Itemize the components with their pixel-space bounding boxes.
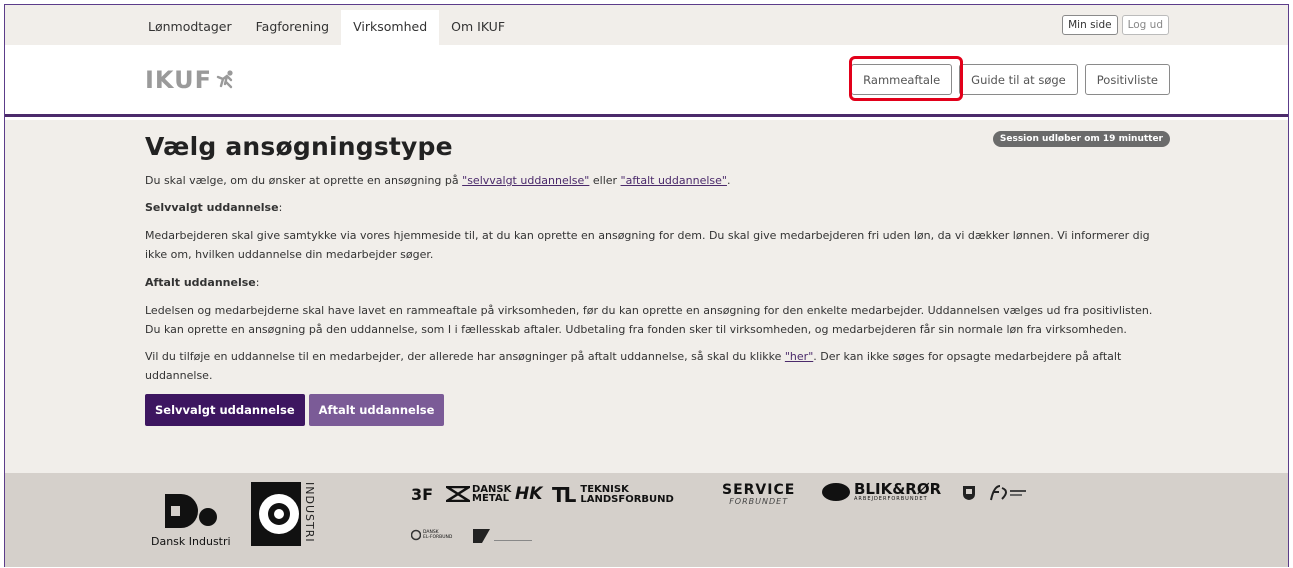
dansk-metal-icon [446, 486, 470, 502]
account-controls: Min side Log ud [1062, 15, 1169, 35]
tab-lonmodtager[interactable]: Lønmodtager [136, 10, 244, 45]
nav-tabs: Lønmodtager Fagforening Virksomhed Om IK… [136, 10, 517, 45]
self-chosen-link[interactable]: "selvvalgt uddannelse" [462, 174, 589, 187]
type-buttons: Selvvalgt uddannelse Aftalt uddannelse [145, 394, 1169, 426]
self-chosen-heading: Selvvalgt uddannelse: [145, 201, 1169, 214]
hk-logo: HK [515, 484, 543, 504]
landsforbund-word: LANDSFORBUND [580, 494, 674, 505]
agreed-heading-colon: : [255, 276, 260, 289]
blik-ror-logo: BLIK&RØR ARBEJDERFORBUNDET [821, 482, 941, 502]
page-title: Vælg ansøgningstype [145, 132, 453, 161]
serviceforbundet-logo: SERVICE FORBUNDET [722, 483, 795, 506]
browser-frame: Lønmodtager Fagforening Virksomhed Om IK… [4, 4, 1289, 567]
tab-fagforening[interactable]: Fagforening [244, 10, 342, 45]
logout-button[interactable]: Log ud [1121, 15, 1169, 35]
intro-after: . [726, 174, 731, 187]
positive-list-button[interactable]: Positivliste [1084, 64, 1170, 95]
content-column: Vælg ansøgningstype Du skal vælge, om du… [145, 120, 1169, 426]
here-link[interactable]: "her" [785, 350, 813, 363]
top-nav: Lønmodtager Fagforening Virksomhed Om IK… [5, 5, 1288, 45]
self-heading-text: Selvvalgt uddannelse [145, 201, 279, 214]
di-mark-icon [165, 494, 217, 528]
agreed-heading-text: Aftalt uddannelse [145, 276, 256, 289]
blik-ror-word: BLIK&RØR [854, 480, 942, 498]
agreed-link[interactable]: "aftalt uddannelse" [621, 174, 727, 187]
add-before: Vil du tilføje en uddannelse til en meda… [145, 350, 785, 363]
tl-mark: TL [552, 483, 576, 507]
service-word: SERVICE [722, 482, 796, 498]
agreed-button[interactable]: Aftalt uddannelse [308, 394, 445, 426]
fd-logo-icon [990, 485, 1026, 501]
partner-logo-icon [473, 529, 532, 543]
self-chosen-button[interactable]: Selvvalgt uddannelse [145, 394, 305, 426]
forbundet-word: FORBUNDET [729, 497, 789, 506]
logo-text: IKUF [145, 66, 212, 94]
el-forbund-icon [411, 529, 421, 541]
dansk-el-forbund-logo: DANSK EL-FORBUND [411, 528, 452, 542]
running-figure-icon [216, 70, 233, 89]
ikuf-logo[interactable]: IKUF [145, 66, 238, 94]
dansk-metal-logo: DANSK METAL [446, 485, 511, 504]
blik-ror-icon [822, 483, 850, 501]
tab-virksomhed[interactable]: Virksomhed [341, 10, 440, 45]
self-heading-colon: : [278, 201, 283, 214]
footer-logos: Dansk Industri INDUSTRI 3F DANSK METAL HK… [5, 473, 1288, 567]
di-name: Dansk Industri [151, 535, 231, 548]
teknisk-landsforbund-logo: TL TEKNISK LANDSFORBUND [552, 483, 674, 507]
intro-mid: eller [589, 174, 621, 187]
agreed-text: Ledelsen og medarbejderne skal have lave… [145, 304, 1153, 336]
shield-icon [963, 486, 975, 500]
dansk-industri-logo: Dansk Industri [151, 492, 231, 548]
el-forbund-word: EL-FORBUND [423, 535, 453, 540]
highlight-annotation [849, 56, 963, 101]
metal-word: METAL [472, 493, 509, 504]
guide-button[interactable]: Guide til at søge [959, 64, 1078, 95]
site-header: IKUF Rammeaftale Guide til at søge Posit… [5, 45, 1288, 117]
agreed-heading: Aftalt uddannelse: [145, 276, 1169, 289]
self-chosen-text: Medarbejderen skal give samtykke via vor… [145, 229, 1150, 261]
co-text: INDUSTRI [303, 482, 316, 543]
main-content: Session udløber om 19 minutter Vælg ansø… [5, 120, 1288, 473]
tab-om-ikuf[interactable]: Om IKUF [439, 10, 517, 45]
my-page-button[interactable]: Min side [1062, 15, 1118, 35]
co-industri-logo: INDUSTRI [251, 482, 316, 550]
3f-logo: 3F [411, 485, 434, 504]
intro-before: Du skal vælge, om du ønsker at oprette e… [145, 174, 463, 187]
add-education-text: Vil du tilføje en uddannelse til en meda… [145, 347, 1169, 385]
co-mark-icon [251, 482, 301, 546]
intro-text: Du skal vælge, om du ønsker at oprette e… [145, 171, 1169, 190]
